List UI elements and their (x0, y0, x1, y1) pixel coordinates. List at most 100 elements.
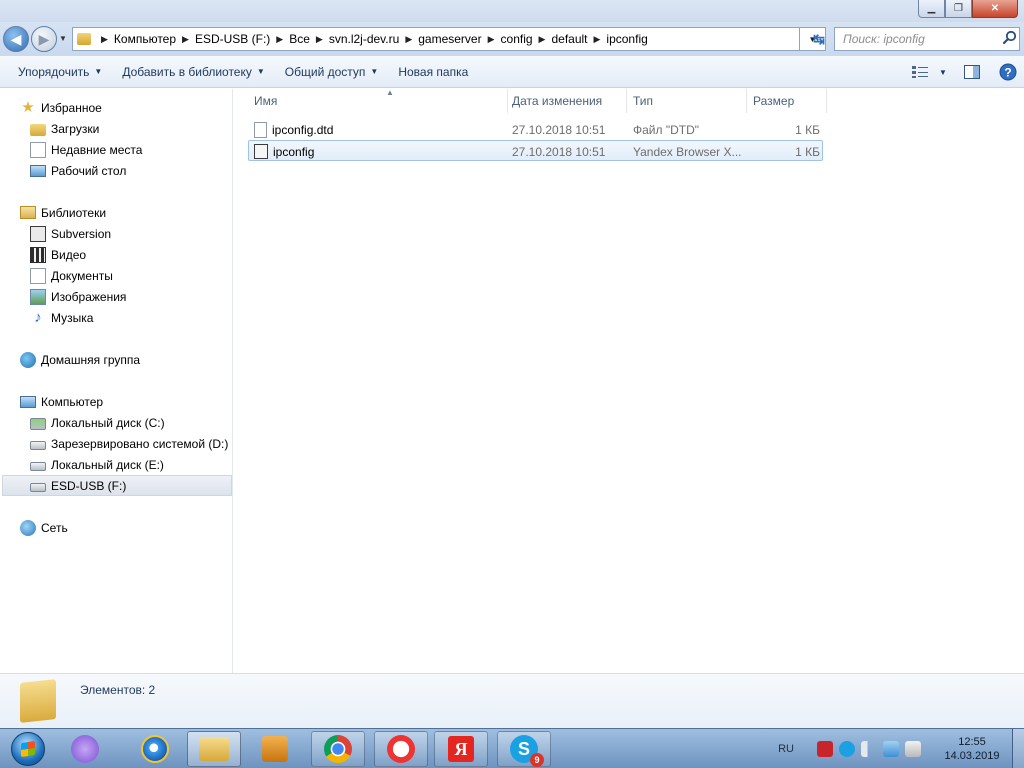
nav-drive-e[interactable]: Локальный диск (E:) (30, 454, 260, 475)
taskbar-yandex-browser[interactable] (374, 731, 428, 767)
search-input[interactable]: Поиск: ipconfig (834, 27, 1020, 51)
file-list: Имя ▲ Дата изменения Тип Размер ipconfig… (234, 88, 1024, 673)
forward-arrow-icon: ▶ (38, 30, 50, 47)
navigation-pane: ★ Избранное Загрузки Недавние места Рабо… (0, 89, 233, 673)
chevron-right-icon[interactable]: ▶ (101, 34, 108, 45)
action-center-icon[interactable] (905, 741, 921, 757)
breadcrumb: ▶ Компьютер ▶ ESD-USB (F:) ▶ Все ▶ svn.l… (95, 32, 648, 46)
chevron-right-icon[interactable]: ▶ (316, 34, 323, 45)
nav-favorites[interactable]: ★ Избранное (20, 97, 250, 118)
document-icon (30, 267, 46, 284)
nav-drive-f[interactable]: ESD-USB (F:) (2, 475, 232, 496)
taskbar-internet-explorer[interactable] (128, 731, 182, 767)
nav-drive-d[interactable]: Зарезервировано системой (D:) (30, 433, 260, 454)
title-bar[interactable]: ▁ ❐ ✕ (0, 0, 1024, 22)
downloads-folder-icon (30, 123, 46, 136)
column-header-name[interactable]: Имя ▲ (248, 88, 508, 113)
nav-recent-places[interactable]: Недавние места (30, 139, 260, 160)
preview-pane-button[interactable] (952, 56, 992, 88)
breadcrumb-config[interactable]: config (501, 32, 533, 46)
forward-button[interactable]: ▶ (31, 26, 57, 52)
minimize-button[interactable]: ▁ (918, 0, 945, 18)
taskbar: Я S 9 RU 12:55 14.03.2019 (0, 728, 1024, 768)
file-name: ipconfig (273, 144, 315, 159)
show-desktop-button[interactable] (1012, 729, 1024, 768)
network-status-icon[interactable] (883, 741, 899, 757)
breadcrumb-site[interactable]: svn.l2j-dev.ru (329, 32, 399, 46)
volume-icon[interactable] (861, 741, 877, 757)
back-button[interactable]: ◀ (3, 26, 29, 52)
nav-computer[interactable]: Компьютер (20, 391, 250, 412)
new-folder-button[interactable]: Новая папка (388, 56, 478, 88)
start-button[interactable] (2, 729, 54, 768)
taskbar-skype[interactable]: S 9 (497, 731, 551, 767)
taskbar-chrome[interactable] (311, 731, 365, 767)
maximize-button[interactable]: ❐ (945, 0, 972, 18)
taskbar-yandex[interactable]: Я (434, 731, 488, 767)
breadcrumb-default[interactable]: default (551, 32, 587, 46)
close-button[interactable]: ✕ (972, 0, 1018, 18)
nav-homegroup[interactable]: Домашняя группа (20, 349, 250, 370)
nav-music[interactable]: ♪ Музыка (30, 307, 260, 328)
nav-computer-label: Компьютер (41, 394, 104, 409)
file-name-cell: ipconfig (254, 141, 314, 162)
item-count: Элементов: 2 (80, 683, 156, 697)
recent-pages-dropdown[interactable]: ▼ (59, 34, 67, 43)
nav-libraries[interactable]: Библиотеки (20, 202, 250, 223)
nav-video[interactable]: Видео (30, 244, 260, 265)
help-button[interactable]: ? (992, 56, 1024, 88)
search-icon[interactable] (1002, 30, 1018, 46)
recent-places-icon (30, 141, 46, 158)
refresh-button[interactable]: ↹ (806, 27, 832, 51)
breadcrumb-gameserver[interactable]: gameserver (418, 32, 481, 46)
breadcrumb-drive[interactable]: ESD-USB (F:) (195, 32, 270, 46)
taskbar-media-player[interactable] (248, 731, 302, 767)
address-bar[interactable]: ▶ Компьютер ▶ ESD-USB (F:) ▶ Все ▶ svn.l… (72, 27, 800, 51)
view-mode-dropdown[interactable]: ▼ (934, 56, 952, 88)
skype-tray-icon[interactable] (839, 741, 855, 757)
hard-drive-icon (30, 441, 46, 450)
taskbar-voice-assistant[interactable] (58, 731, 112, 767)
chevron-right-icon[interactable]: ▶ (182, 34, 189, 45)
nav-drive-c-label: Локальный диск (C:) (51, 415, 165, 430)
nav-downloads[interactable]: Загрузки (30, 118, 260, 139)
chevron-right-icon[interactable]: ▶ (488, 34, 495, 45)
breadcrumb-computer[interactable]: Компьютер (114, 32, 176, 46)
file-size: 1 КБ (795, 144, 820, 159)
organize-button[interactable]: Упорядочить ▼ (0, 56, 112, 88)
nav-pictures[interactable]: Изображения (30, 286, 260, 307)
file-date: 27.10.2018 10:51 (512, 144, 606, 159)
view-mode-button[interactable] (906, 56, 934, 88)
chevron-right-icon[interactable]: ▶ (594, 34, 601, 45)
nav-network-label: Сеть (41, 520, 68, 535)
file-row[interactable]: ipconfig 27.10.2018 10:51 Yandex Browser… (248, 140, 823, 161)
language-indicator[interactable]: RU (778, 743, 794, 755)
add-to-library-button[interactable]: Добавить в библиотеку ▼ (112, 56, 274, 88)
chevron-right-icon[interactable]: ▶ (539, 34, 546, 45)
nav-drive-d-label: Зарезервировано системой (D:) (51, 436, 229, 451)
nav-drive-c[interactable]: Локальный диск (C:) (30, 412, 260, 433)
column-header-type[interactable]: Тип (627, 89, 747, 113)
antivirus-icon[interactable] (817, 741, 833, 757)
breadcrumb-all[interactable]: Все (289, 32, 310, 46)
share-button[interactable]: Общий доступ ▼ (275, 56, 389, 88)
nav-subversion[interactable]: Subversion (30, 223, 260, 244)
file-row[interactable]: ipconfig.dtd 27.10.2018 10:51 Файл "DTD"… (248, 119, 823, 140)
chevron-right-icon[interactable]: ▶ (405, 34, 412, 45)
yandex-browser-icon (387, 735, 415, 763)
computer-icon (20, 396, 36, 408)
clock[interactable]: 12:55 14.03.2019 (932, 735, 1012, 763)
breadcrumb-ipconfig[interactable]: ipconfig (606, 32, 647, 46)
subversion-icon (30, 225, 46, 242)
column-header-date[interactable]: Дата изменения (506, 89, 627, 113)
taskbar-explorer[interactable] (187, 731, 241, 767)
nav-documents[interactable]: Документы (30, 265, 260, 286)
nav-homegroup-label: Домашняя группа (41, 352, 141, 367)
nav-desktop[interactable]: Рабочий стол (30, 160, 260, 181)
chevron-down-icon: ▼ (94, 67, 103, 76)
network-icon (20, 519, 36, 536)
nav-network[interactable]: Сеть (20, 517, 250, 538)
column-header-size[interactable]: Размер (747, 89, 827, 113)
chevron-right-icon[interactable]: ▶ (276, 34, 283, 45)
xml-file-icon (254, 144, 268, 159)
